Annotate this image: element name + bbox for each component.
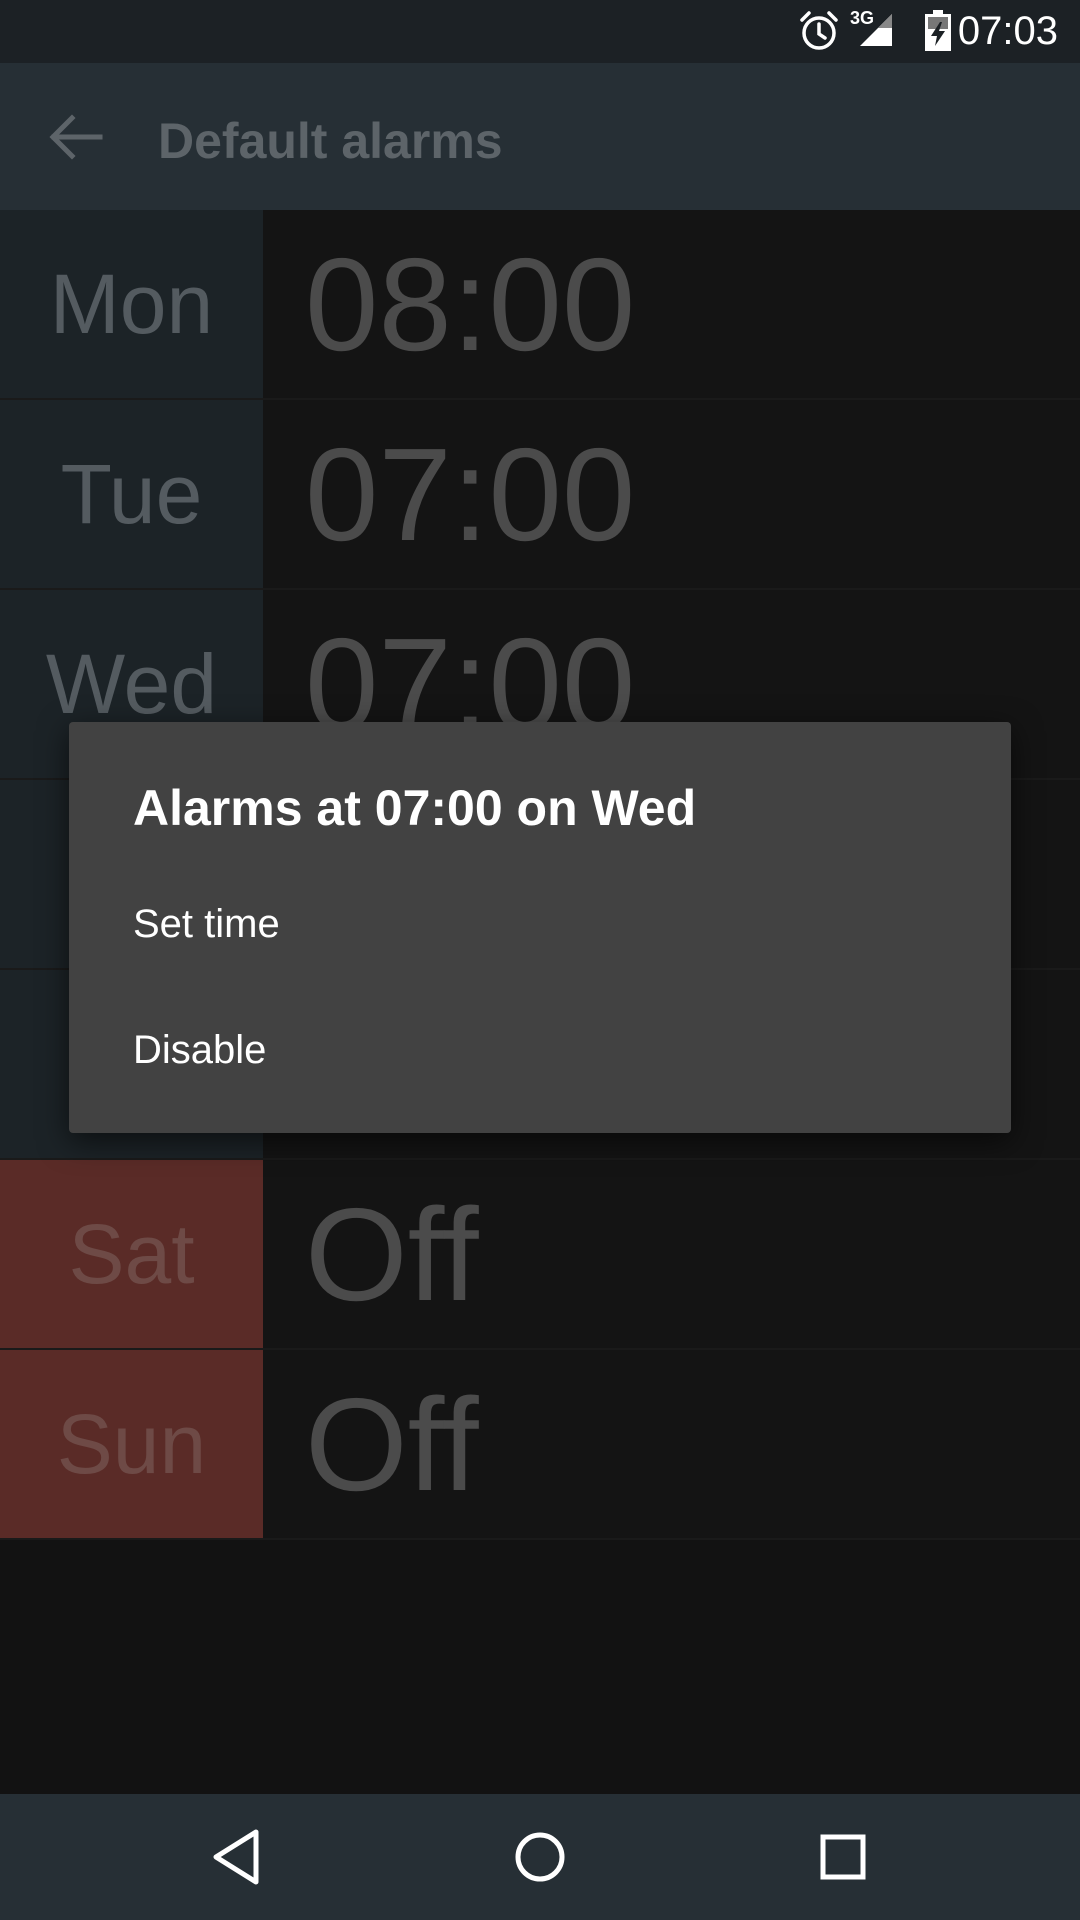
nav-recents-button[interactable] <box>810 1824 876 1890</box>
nav-recents-icon <box>820 1834 866 1880</box>
dialog-title: Alarms at 07:00 on Wed <box>133 780 697 836</box>
nav-back-icon <box>213 1829 259 1885</box>
nav-home-icon <box>515 1832 565 1882</box>
alarm-options-dialog: Alarms at 07:00 on Wed Set time Disable <box>69 722 1011 1133</box>
nav-home-button[interactable] <box>507 1824 573 1890</box>
nav-back-button[interactable] <box>204 1824 270 1890</box>
navigation-bar <box>0 1794 1080 1920</box>
disable-option[interactable]: Disable <box>133 1026 953 1074</box>
set-time-option[interactable]: Set time <box>133 900 953 948</box>
